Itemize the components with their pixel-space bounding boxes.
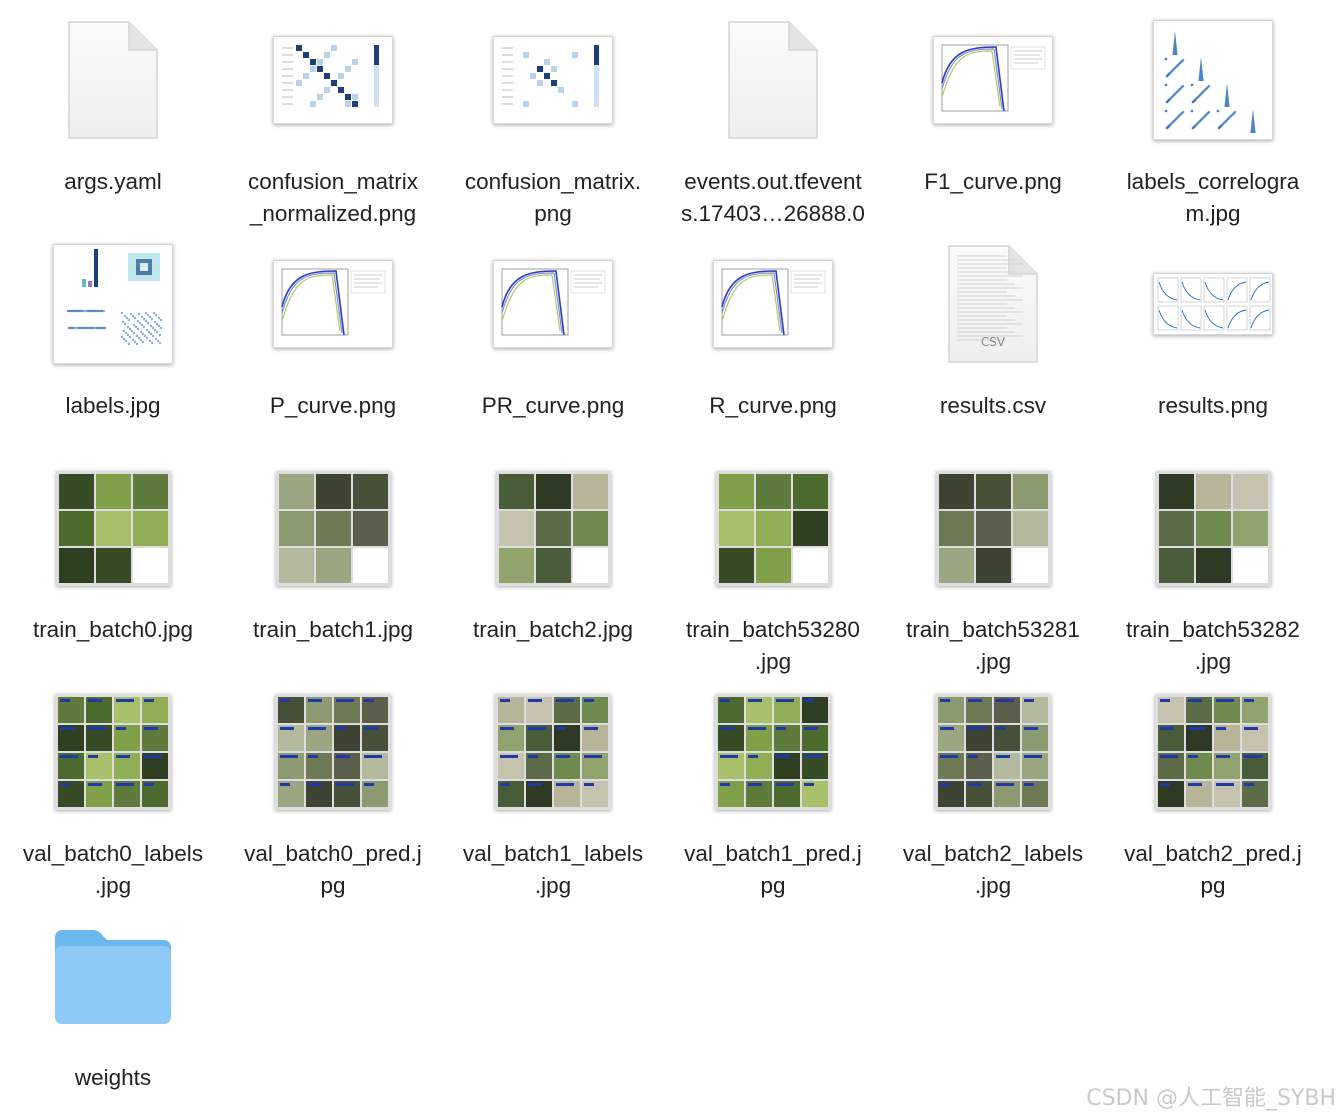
- file-name-label: train_batch53281 .jpg: [906, 617, 1080, 674]
- file-name-label: events.out.tfevent s.17403…26888.0: [681, 169, 865, 226]
- image-thumbnail-icon: [923, 458, 1063, 598]
- file-name-label: val_batch2_pred.j pg: [1124, 841, 1302, 898]
- image-thumbnail-icon: [263, 682, 403, 822]
- file-item[interactable]: CSV results.csv: [883, 234, 1103, 422]
- file-item[interactable]: weights: [3, 906, 223, 1094]
- chart-thumbnail-icon: [263, 234, 403, 374]
- svg-text:CSV: CSV: [981, 335, 1006, 349]
- file-name-label: val_batch0_pred.j pg: [244, 841, 422, 898]
- file-grid: args.yaml confusion_matrix _normalized.p…: [0, 0, 1342, 1118]
- file-item[interactable]: args.yaml: [3, 10, 223, 198]
- chart-thumbnail-icon: [703, 234, 843, 374]
- file-name-label: confusion_matrix. png: [464, 169, 642, 226]
- image-thumbnail-icon: [923, 682, 1063, 822]
- file-item[interactable]: train_batch53280 .jpg: [663, 458, 883, 678]
- chart-thumbnail-icon: [43, 234, 183, 374]
- file-item[interactable]: val_batch1_pred.j pg: [663, 682, 883, 902]
- file-item[interactable]: PR_curve.png: [443, 234, 663, 422]
- image-thumbnail-icon: [43, 682, 183, 822]
- file-name-label: P_curve.png: [269, 393, 397, 418]
- file-item[interactable]: P_curve.png: [223, 234, 443, 422]
- file-name-label: PR_curve.png: [481, 393, 625, 418]
- file-name-label: val_batch2_labels .jpg: [902, 841, 1084, 898]
- file-item[interactable]: confusion_matrix _normalized.png: [223, 10, 443, 230]
- document-icon: [43, 10, 183, 150]
- chart-thumbnail-icon: [1143, 234, 1283, 374]
- file-item[interactable]: val_batch2_pred.j pg: [1103, 682, 1323, 902]
- image-thumbnail-icon: [1143, 682, 1283, 822]
- csv-document-icon: CSV: [923, 234, 1063, 374]
- image-thumbnail-icon: [1143, 458, 1283, 598]
- folder-icon: [43, 906, 183, 1046]
- file-item[interactable]: train_batch0.jpg: [3, 458, 223, 646]
- file-name-label: R_curve.png: [709, 393, 837, 418]
- chart-thumbnail-icon: [483, 10, 623, 150]
- file-name-label: train_batch1.jpg: [252, 617, 414, 642]
- file-item[interactable]: labels_correlogra m.jpg: [1103, 10, 1323, 230]
- document-icon: [703, 10, 843, 150]
- file-item[interactable]: train_batch2.jpg: [443, 458, 663, 646]
- file-name-label: val_batch0_labels .jpg: [22, 841, 204, 898]
- file-item[interactable]: R_curve.png: [663, 234, 883, 422]
- file-name-label: train_batch0.jpg: [32, 617, 194, 642]
- chart-thumbnail-icon: [483, 234, 623, 374]
- image-thumbnail-icon: [703, 458, 843, 598]
- file-item[interactable]: val_batch0_labels .jpg: [3, 682, 223, 902]
- file-name-label: labels.jpg: [65, 393, 161, 418]
- file-name-label: train_batch53282 .jpg: [1126, 617, 1300, 674]
- image-thumbnail-icon: [483, 458, 623, 598]
- image-thumbnail-icon: [703, 682, 843, 822]
- file-item[interactable]: val_batch1_labels .jpg: [443, 682, 663, 902]
- file-name-label: F1_curve.png: [924, 169, 1062, 194]
- image-thumbnail-icon: [43, 458, 183, 598]
- image-thumbnail-icon: [483, 682, 623, 822]
- file-name-label: results.csv: [939, 393, 1047, 418]
- file-name-label: confusion_matrix _normalized.png: [247, 169, 419, 226]
- file-item[interactable]: F1_curve.png: [883, 10, 1103, 198]
- file-item[interactable]: events.out.tfevent s.17403…26888.0: [663, 10, 883, 230]
- watermark-text: CSDN @人工智能_SYBH: [1086, 1086, 1336, 1111]
- file-item[interactable]: results.png: [1103, 234, 1323, 422]
- file-name-label: train_batch53280 .jpg: [686, 617, 860, 674]
- file-name-label: weights: [74, 1065, 152, 1090]
- file-item[interactable]: val_batch2_labels .jpg: [883, 682, 1103, 902]
- image-thumbnail-icon: [263, 458, 403, 598]
- chart-thumbnail-icon: [923, 10, 1063, 150]
- file-item[interactable]: labels.jpg: [3, 234, 223, 422]
- file-name-label: train_batch2.jpg: [472, 617, 634, 642]
- file-item[interactable]: train_batch53282 .jpg: [1103, 458, 1323, 678]
- chart-thumbnail-icon: [263, 10, 403, 150]
- file-item[interactable]: confusion_matrix. png: [443, 10, 663, 230]
- file-name-label: val_batch1_labels .jpg: [462, 841, 644, 898]
- file-item[interactable]: val_batch0_pred.j pg: [223, 682, 443, 902]
- file-name-label: val_batch1_pred.j pg: [684, 841, 862, 898]
- file-name-label: labels_correlogra m.jpg: [1126, 169, 1300, 226]
- chart-thumbnail-icon: [1143, 10, 1283, 150]
- file-item[interactable]: train_batch53281 .jpg: [883, 458, 1103, 678]
- file-name-label: args.yaml: [64, 169, 162, 194]
- file-item[interactable]: train_batch1.jpg: [223, 458, 443, 646]
- file-name-label: results.png: [1157, 393, 1269, 418]
